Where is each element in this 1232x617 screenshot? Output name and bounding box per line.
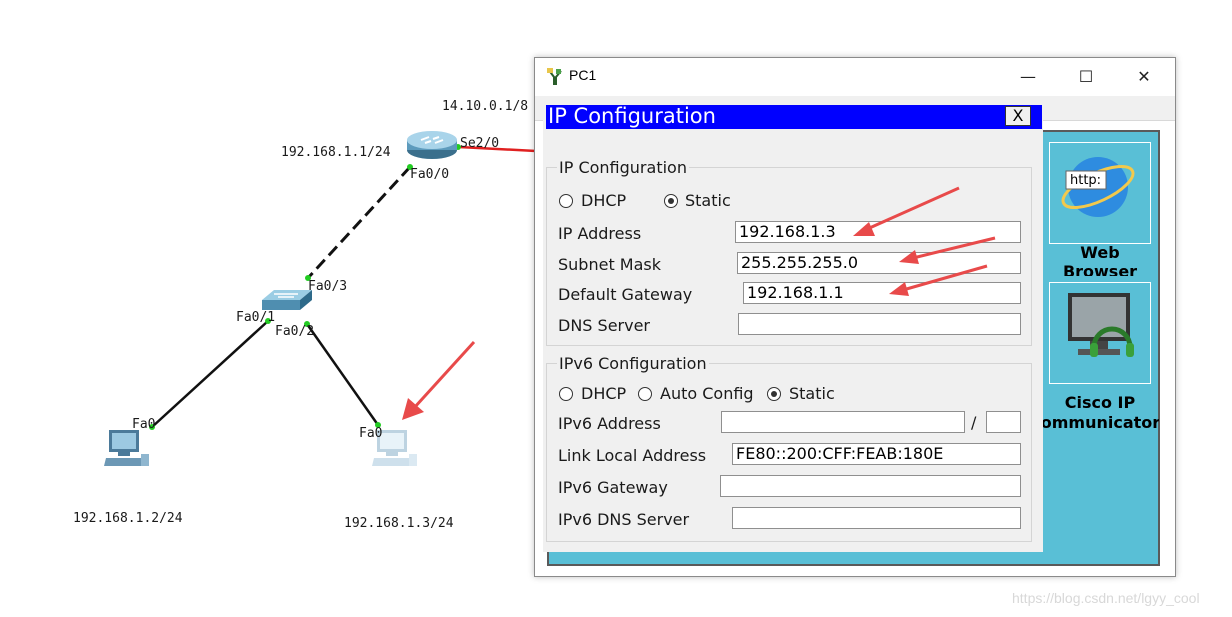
window-title: PC1 bbox=[569, 67, 597, 83]
ipv6-address-label: IPv6 Address bbox=[558, 414, 661, 433]
serial-network-label: 14.10.0.1/8 bbox=[442, 99, 529, 114]
switch-icon[interactable] bbox=[262, 288, 312, 312]
ipv6-prefix-slash: / bbox=[971, 413, 977, 432]
subnet-mask-input[interactable]: 255.255.255.0 bbox=[737, 252, 1021, 274]
ipv6-prefix-input[interactable] bbox=[986, 411, 1021, 433]
subnet-mask-label: Subnet Mask bbox=[558, 255, 662, 274]
ipv6-group: IPv6 Configuration DHCP Auto Config Stat… bbox=[546, 354, 1032, 542]
web-browser-app[interactable]: http: bbox=[1049, 142, 1151, 244]
link-local-label: Link Local Address bbox=[558, 446, 707, 465]
ipv6-static-radio[interactable] bbox=[767, 387, 781, 401]
ipv6-static-label[interactable]: Static bbox=[789, 384, 835, 403]
ipv6-dhcp-radio[interactable] bbox=[559, 387, 573, 401]
ipv4-group: IP Configuration DHCP Static IP Address … bbox=[546, 158, 1032, 346]
ipv6-group-title: IPv6 Configuration bbox=[557, 354, 709, 373]
ipv6-auto-label[interactable]: Auto Config bbox=[660, 384, 754, 403]
pc1-window: PC1 — ☐ ✕ http: Web Browser Cisco IP Com… bbox=[534, 57, 1176, 577]
ip-address-label: IP Address bbox=[558, 224, 642, 243]
switch-fa02-label: Fa0/2 bbox=[275, 324, 315, 339]
ip-communicator-label-2[interactable]: Communicator bbox=[1029, 413, 1159, 432]
dns-server-label: DNS Server bbox=[558, 316, 650, 335]
ipv6-dns-input[interactable] bbox=[732, 507, 1021, 529]
http-badge: http: bbox=[1070, 173, 1102, 188]
link-local-input[interactable]: FE80::200:CFF:FEAB:180E bbox=[732, 443, 1021, 465]
router-se-port-label: Se2/0 bbox=[460, 136, 500, 151]
pc1-port-label: Fa0 bbox=[359, 426, 383, 441]
pc0-ip-label: 192.168.1.2/24 bbox=[73, 511, 183, 526]
web-browser-label-1[interactable]: Web bbox=[1049, 243, 1151, 262]
ip-address-input[interactable]: 192.168.1.3 bbox=[735, 221, 1021, 243]
switch-fa03-label: Fa0/3 bbox=[308, 279, 348, 294]
watermark: https://blog.csdn.net/lgyy_cool bbox=[1012, 590, 1200, 606]
web-browser-icon bbox=[1061, 157, 1135, 217]
router-fa-port-label: Fa0/0 bbox=[410, 167, 450, 182]
ip-communicator-app[interactable] bbox=[1049, 282, 1151, 384]
ipv4-group-title: IP Configuration bbox=[557, 158, 689, 177]
ip-config-title: IP Configuration bbox=[548, 104, 716, 128]
ipv4-dhcp-radio[interactable] bbox=[559, 194, 573, 208]
maximize-button[interactable]: ☐ bbox=[1057, 58, 1115, 94]
close-button[interactable]: ✕ bbox=[1115, 58, 1173, 94]
router-switch-link[interactable] bbox=[306, 165, 412, 280]
pc0-port-label: Fa0 bbox=[132, 417, 156, 432]
ipv6-auto-radio[interactable] bbox=[638, 387, 652, 401]
switch-fa01-label: Fa0/1 bbox=[236, 310, 276, 325]
ipv4-static-radio[interactable] bbox=[664, 194, 678, 208]
router-lan-ip-label: 192.168.1.1/24 bbox=[281, 145, 391, 160]
pc-app-icon bbox=[545, 67, 563, 85]
ipv6-gateway-label: IPv6 Gateway bbox=[558, 478, 668, 497]
minimize-button[interactable]: — bbox=[999, 58, 1057, 94]
ipv6-gateway-input[interactable] bbox=[720, 475, 1021, 497]
switch-pc0-link[interactable] bbox=[151, 320, 269, 428]
annotation-arrow-pc1 bbox=[402, 340, 476, 420]
ip-config-panel: IP Configuration X IP Configuration DHCP… bbox=[543, 96, 1043, 552]
pc0-icon[interactable] bbox=[104, 428, 150, 468]
ip-config-close-button[interactable]: X bbox=[1005, 106, 1031, 126]
router-icon[interactable] bbox=[405, 130, 459, 160]
default-gateway-input[interactable]: 192.168.1.1 bbox=[743, 282, 1021, 304]
ipv6-dns-label: IPv6 DNS Server bbox=[558, 510, 690, 529]
pc1-ip-label: 192.168.1.3/24 bbox=[344, 516, 454, 531]
ip-config-header: IP Configuration X bbox=[546, 104, 1042, 129]
ipv4-dhcp-label[interactable]: DHCP bbox=[581, 191, 626, 210]
default-gateway-label: Default Gateway bbox=[558, 285, 693, 304]
ipv4-static-label[interactable]: Static bbox=[685, 191, 731, 210]
ip-communicator-label-1[interactable]: Cisco IP bbox=[1049, 393, 1151, 412]
ip-communicator-icon bbox=[1068, 293, 1134, 357]
ipv6-address-input[interactable] bbox=[721, 411, 965, 433]
switch-pc1-link[interactable] bbox=[305, 323, 380, 426]
ipv6-dhcp-label[interactable]: DHCP bbox=[581, 384, 626, 403]
dns-server-input[interactable] bbox=[738, 313, 1021, 335]
web-browser-label-2[interactable]: Browser bbox=[1049, 262, 1151, 276]
window-titlebar[interactable]: PC1 — ☐ ✕ bbox=[535, 58, 1175, 94]
